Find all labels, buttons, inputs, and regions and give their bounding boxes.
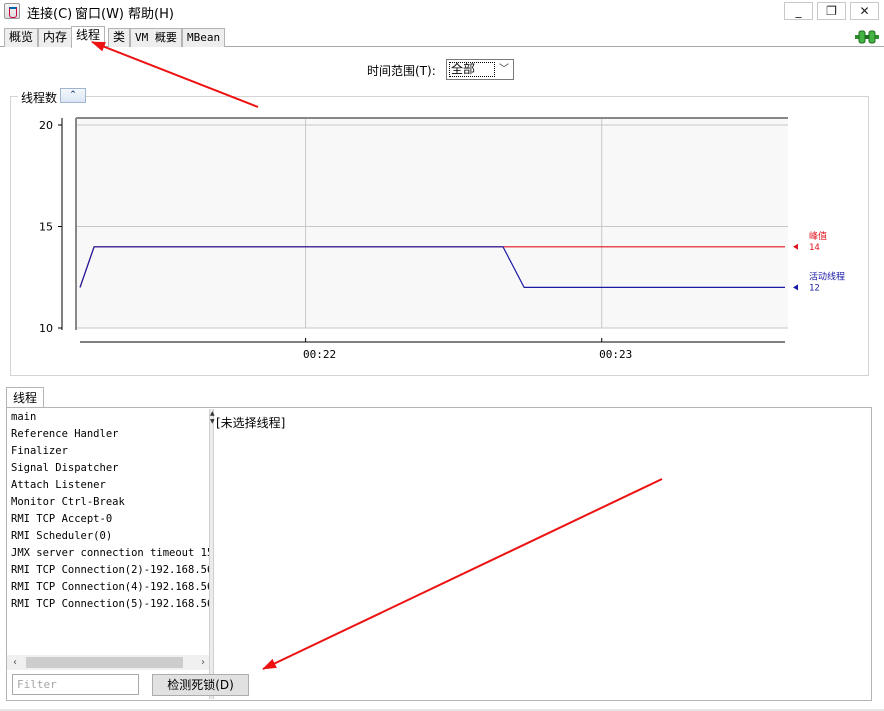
legend-marker [793, 243, 798, 250]
y-tick-label: 10 [39, 322, 53, 335]
thread-list-item[interactable]: Reference Handler [7, 426, 209, 443]
thread-detail-text: [未选择线程] [216, 416, 286, 430]
y-tick-label: 20 [39, 119, 53, 132]
x-tick-label: 00:22 [303, 348, 336, 361]
thread-list-item[interactable]: Attach Listener [7, 477, 209, 494]
x-ticks: 00:22 00:23 [303, 338, 632, 361]
legend-name: 峰值 [809, 230, 827, 242]
thread-list-item[interactable]: RMI TCP Connection(5)-192.168.56. [7, 596, 209, 613]
legend-value: 14 [809, 243, 820, 253]
detect-deadlock-button[interactable]: 检测死锁(D) [152, 674, 249, 696]
legend-value: 12 [809, 283, 820, 293]
chart-legend: 峰值14 活动线程12 [793, 230, 845, 293]
y-tick-label: 15 [39, 221, 53, 234]
thread-list-item[interactable]: RMI Scheduler(0) [7, 528, 209, 545]
thread-list-item[interactable]: main [7, 409, 209, 426]
thread-list-item[interactable]: RMI TCP Accept-0 [7, 511, 209, 528]
legend-name: 活动线程 [809, 270, 845, 282]
thread-list-item[interactable]: Finalizer [7, 443, 209, 460]
thread-list-item[interactable]: RMI TCP Connection(4)-192.168.56. [7, 579, 209, 596]
split-down-icon[interactable]: ▼ [210, 419, 215, 425]
y-ticks: 10 15 20 [39, 119, 62, 335]
thread-list-hscrollbar[interactable]: ‹ › [7, 655, 209, 670]
plot-background [76, 118, 788, 328]
legend-marker [793, 284, 798, 291]
thread-list-item[interactable]: Monitor Ctrl-Break [7, 494, 209, 511]
scroll-right-icon[interactable]: › [197, 655, 209, 670]
tab-thread-list[interactable]: 线程 [6, 387, 45, 408]
scroll-thumb[interactable] [26, 657, 183, 668]
scroll-left-icon[interactable]: ‹ [9, 655, 21, 670]
x-tick-label: 00:23 [599, 348, 632, 361]
split-pane-divider[interactable]: ▲ ▼ [209, 409, 215, 699]
thread-count-chart: 10 15 20 00:22 00:23 峰值14 活动线程12 [39, 117, 845, 361]
thread-list-item[interactable]: JMX server connection timeout 15 [7, 545, 209, 562]
thread-list-item[interactable]: RMI TCP Connection(2)-192.168.56. [7, 562, 209, 579]
thread-list-item[interactable]: Signal Dispatcher [7, 460, 209, 477]
split-up-icon[interactable]: ▲ [210, 411, 215, 417]
thread-list[interactable]: main Reference Handler Finalizer Signal Dis… [7, 409, 209, 655]
filter-input[interactable] [12, 674, 139, 695]
